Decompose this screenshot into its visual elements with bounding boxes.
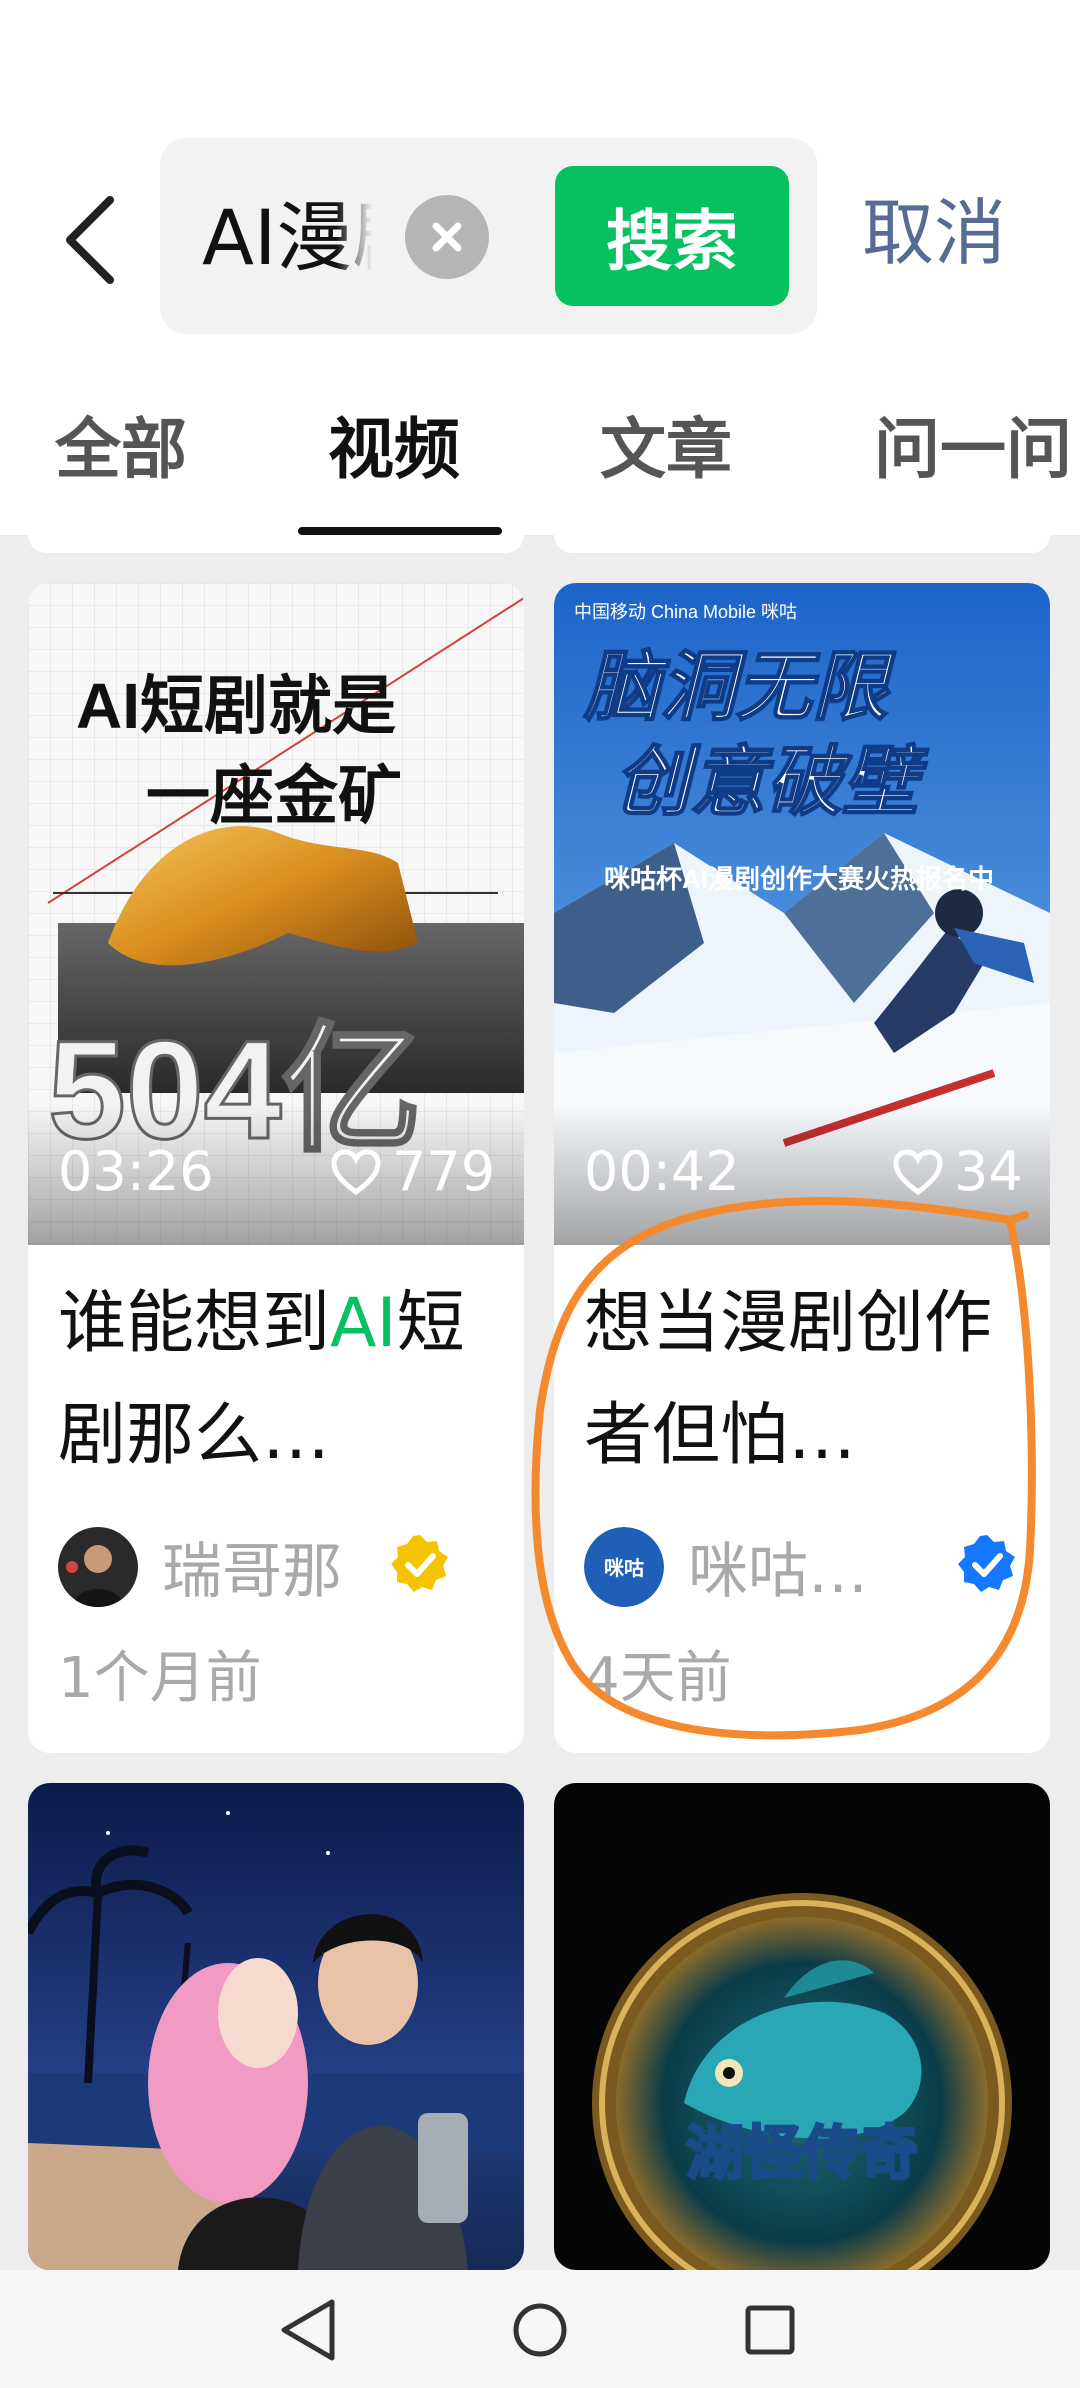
clear-search-button[interactable] bbox=[405, 195, 489, 279]
author-name[interactable]: 咪咕… bbox=[688, 1523, 868, 1610]
like-count: 779 bbox=[330, 1140, 495, 1203]
svg-text:咪咕: 咪咕 bbox=[604, 1556, 644, 1580]
author-name[interactable]: 瑞哥那 bbox=[162, 1523, 342, 1610]
verified-badge-icon bbox=[391, 1535, 448, 1592]
video-title[interactable]: 谁能想到AI短剧那么… bbox=[58, 1268, 498, 1492]
verified-badge-icon bbox=[958, 1535, 1015, 1592]
video-title[interactable]: 想当漫剧创作者但怕… bbox=[584, 1268, 1024, 1492]
avatar[interactable]: 咪咕 bbox=[584, 1526, 664, 1607]
active-tab-indicator bbox=[298, 527, 502, 535]
post-time: 1个月前 bbox=[58, 1646, 262, 1711]
like-count: 34 bbox=[892, 1140, 1023, 1203]
tab-bar: 全部 视频 文章 问一问 bbox=[0, 370, 1080, 535]
thumbnail-headline: 脑洞无限 bbox=[583, 642, 896, 731]
thumbnail-headline: AI短剧就是 bbox=[76, 670, 396, 742]
previous-card-bottom bbox=[554, 535, 1050, 553]
avatar[interactable] bbox=[58, 1526, 138, 1607]
tab-all[interactable]: 全部 bbox=[55, 400, 187, 500]
like-count-value: 779 bbox=[392, 1140, 496, 1203]
heart-icon bbox=[893, 1148, 943, 1195]
system-navigation-bar bbox=[0, 2270, 1080, 2388]
author-row[interactable]: 咪咕 咪咕… bbox=[584, 1523, 868, 1610]
like-count-value: 34 bbox=[954, 1140, 1023, 1203]
close-icon bbox=[432, 222, 462, 252]
title-text: 谁能想到 bbox=[58, 1284, 331, 1363]
nav-back-icon[interactable] bbox=[270, 2290, 350, 2370]
thumbnail-logo: 中国移动 China Mobile 咪咕 bbox=[574, 602, 797, 622]
search-input-value[interactable]: AI漫剧 bbox=[202, 178, 372, 298]
heart-icon bbox=[331, 1148, 381, 1195]
previous-card-bottom bbox=[28, 535, 524, 553]
nav-recents-icon[interactable] bbox=[730, 2290, 810, 2370]
video-duration: 03:26 bbox=[58, 1140, 214, 1203]
tab-ask[interactable]: 问一问 bbox=[874, 400, 1072, 500]
tab-video[interactable]: 视频 bbox=[328, 400, 460, 500]
post-time: 4天前 bbox=[584, 1646, 732, 1711]
thumbnail-title-badge: 湖怪传奇 bbox=[686, 2119, 918, 2187]
thumbnail-headline: 创意破壁 bbox=[614, 737, 929, 826]
tab-articles[interactable]: 文章 bbox=[600, 400, 732, 500]
back-button[interactable] bbox=[50, 185, 130, 295]
video-thumbnail[interactable]: 湖怪传奇 bbox=[554, 1783, 1050, 2270]
thumbnail-headline: 一座金矿 bbox=[146, 760, 402, 832]
nav-home-icon[interactable] bbox=[500, 2290, 580, 2370]
video-card[interactable]: 湖怪传奇 bbox=[554, 1783, 1050, 2270]
thumbnail-image bbox=[28, 1783, 524, 2270]
video-duration: 00:42 bbox=[584, 1140, 740, 1203]
search-header: AI漫剧 搜索 取消 全部 视频 文章 问一问 bbox=[0, 0, 1080, 535]
search-input[interactable]: AI漫剧 搜索 bbox=[160, 138, 817, 334]
cancel-button[interactable]: 取消 bbox=[862, 168, 1062, 298]
search-button[interactable]: 搜索 bbox=[555, 166, 789, 306]
video-card[interactable] bbox=[28, 1783, 524, 2270]
thumbnail-subline: 咪咕杯AI漫剧创作大赛火热报名中 bbox=[604, 864, 994, 894]
title-keyword-highlight: AI bbox=[330, 1284, 397, 1363]
back-arrow-icon bbox=[66, 196, 114, 284]
video-thumbnail[interactable] bbox=[28, 1783, 524, 2270]
author-row[interactable]: 瑞哥那 bbox=[58, 1523, 342, 1610]
